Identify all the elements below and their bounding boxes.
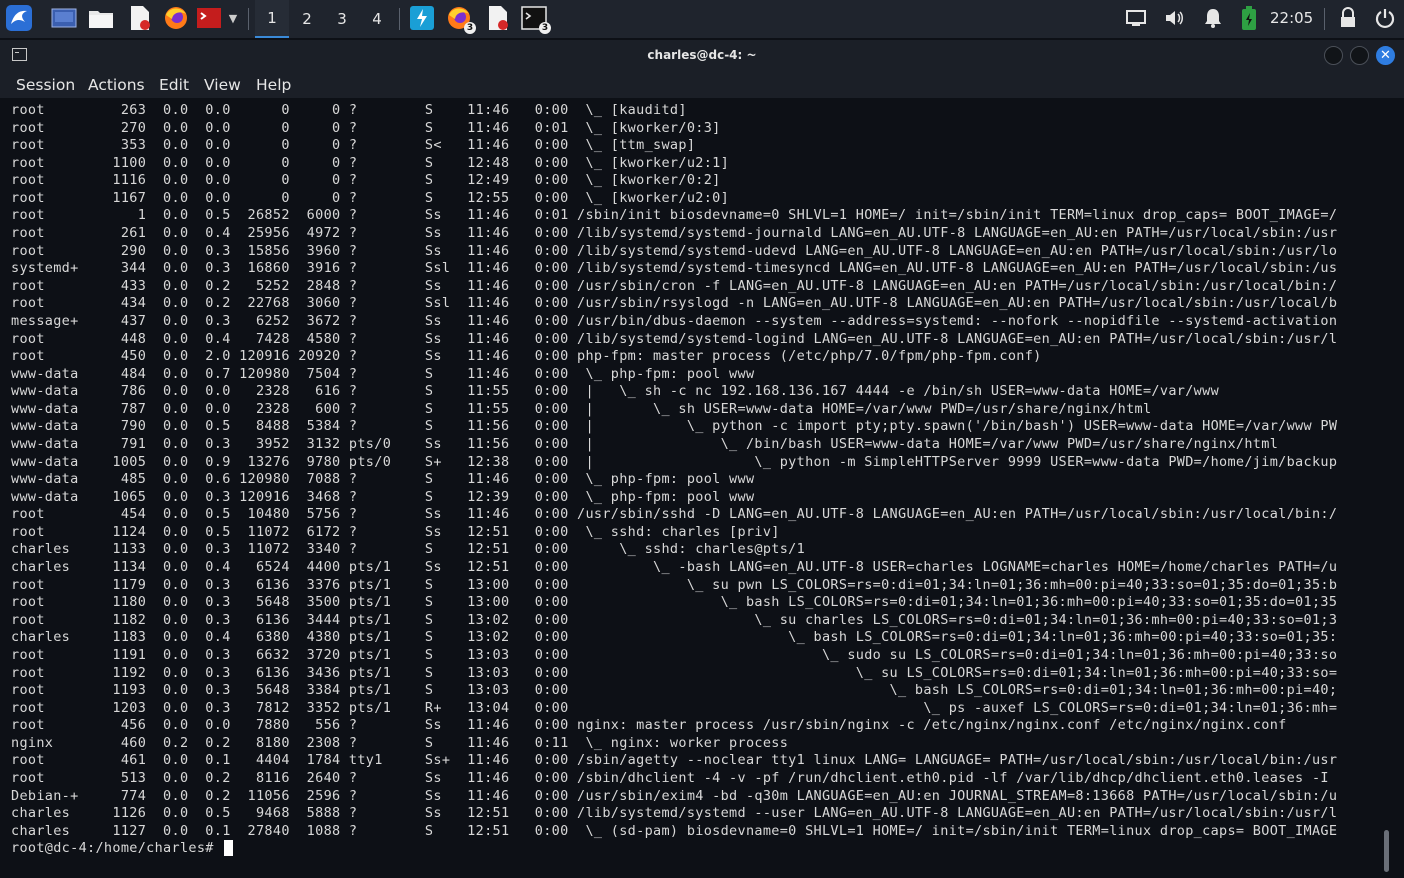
menu-edit[interactable]: Edit bbox=[159, 76, 189, 94]
document-task-icon[interactable] bbox=[485, 5, 511, 31]
workspace-2[interactable]: 2 bbox=[290, 0, 324, 38]
terminal-line: root 454 0.0 0.5 10480 5756 ? Ss 11:46 0… bbox=[11, 506, 1338, 523]
terminal-line: root 456 0.0 0.0 7880 556 ? Ss 11:46 0:0… bbox=[11, 717, 1287, 734]
terminal-line: www-data 484 0.0 0.7 120980 7504 ? S 11:… bbox=[11, 365, 755, 382]
firefox-icon[interactable] bbox=[163, 5, 189, 31]
terminal-line: root 270 0.0 0.0 0 0 ? S 11:46 0:01 \_ [… bbox=[11, 119, 721, 136]
terminal-line: www-data 787 0.0 0.0 2328 600 ? S 11:55 … bbox=[11, 400, 1152, 417]
terminal-line: root 513 0.0 0.2 8116 2640 ? Ss 11:46 0:… bbox=[11, 769, 1329, 786]
workspace-1[interactable]: 1 bbox=[255, 0, 289, 38]
window-title: charles@dc-4: ~ bbox=[647, 48, 757, 62]
power-icon[interactable] bbox=[1372, 5, 1398, 31]
menu-actions[interactable]: Actions bbox=[88, 76, 145, 94]
terminal-line: root 1 0.0 0.5 26852 6000 ? Ss 11:46 0:0… bbox=[11, 207, 1338, 224]
maximize-button[interactable] bbox=[1350, 46, 1369, 65]
terminal-line: www-data 485 0.0 0.6 120980 7088 ? S 11:… bbox=[11, 471, 755, 488]
menu-session[interactable]: Session bbox=[16, 76, 75, 94]
terminal-line: charles 1183 0.0 0.4 6380 4380 pts/1 S 1… bbox=[11, 629, 1338, 646]
terminal-line: root 1167 0.0 0.0 0 0 ? S 12:55 0:00 \_ … bbox=[11, 189, 730, 206]
terminal-line: www-data 790 0.0 0.5 8488 5384 ? S 11:56… bbox=[11, 418, 1338, 435]
file-manager-icon[interactable] bbox=[88, 5, 114, 31]
terminal-line: root 290 0.0 0.3 15856 3960 ? Ss 11:46 0… bbox=[11, 242, 1338, 259]
terminal-line: www-data 786 0.0 0.0 2328 616 ? S 11:55 … bbox=[11, 383, 1220, 400]
close-icon: ✕ bbox=[1380, 48, 1391, 63]
terminal-line: message+ 437 0.0 0.3 6252 3672 ? Ss 11:4… bbox=[11, 312, 1338, 329]
firefox-task-icon[interactable]: 3 bbox=[446, 5, 476, 34]
terminal-line: root 448 0.0 0.4 7428 4580 ? Ss 11:46 0:… bbox=[11, 330, 1338, 347]
terminal-line: root 433 0.0 0.2 5252 2848 ? Ss 11:46 0:… bbox=[11, 277, 1338, 294]
shell-prompt-line[interactable]: root@dc-4:/home/charles# bbox=[11, 840, 1373, 858]
terminal-line: root 1182 0.0 0.3 6136 3444 pts/1 S 13:0… bbox=[11, 611, 1338, 628]
panel-separator bbox=[1324, 8, 1325, 30]
chevron-down-icon[interactable]: ▼ bbox=[224, 5, 242, 31]
panel-separator bbox=[248, 8, 249, 30]
burp-icon[interactable] bbox=[409, 5, 435, 31]
shell-prompt: root@dc-4:/home/charles# bbox=[11, 840, 223, 857]
terminal-line: www-data 1005 0.0 0.9 13276 9780 pts/0 S… bbox=[11, 453, 1338, 470]
menu-view[interactable]: View bbox=[204, 76, 241, 94]
bell-icon[interactable] bbox=[1200, 5, 1226, 31]
terminal-window-count: 3 bbox=[539, 22, 551, 34]
terminal-task-icon[interactable]: 3 bbox=[521, 5, 551, 34]
kali-menu-icon[interactable] bbox=[5, 4, 33, 32]
window-titlebar[interactable]: charles@dc-4: ~ ✕ bbox=[0, 40, 1404, 71]
clock[interactable]: 22:05 bbox=[1270, 9, 1313, 27]
text-editor-icon[interactable] bbox=[127, 5, 153, 31]
terminal-line: charles 1134 0.0 0.4 6524 4400 pts/1 Ss … bbox=[11, 559, 1338, 576]
terminal-line: root 1203 0.0 0.3 7812 3352 pts/1 R+ 13:… bbox=[11, 699, 1338, 716]
workspace-3[interactable]: 3 bbox=[325, 0, 359, 38]
terminal-line: www-data 791 0.0 0.3 3952 3132 pts/0 Ss … bbox=[11, 435, 1279, 452]
terminal-red-icon[interactable] bbox=[196, 5, 222, 31]
terminal-line: nginx 460 0.2 0.2 8180 2308 ? S 11:46 0:… bbox=[11, 734, 789, 751]
terminal-line: systemd+ 344 0.0 0.3 16860 3916 ? Ssl 11… bbox=[11, 260, 1338, 277]
desktop-icon[interactable] bbox=[51, 5, 77, 31]
terminal-line: root 353 0.0 0.0 0 0 ? S< 11:46 0:00 \_ … bbox=[11, 137, 696, 154]
menu-help[interactable]: Help bbox=[256, 76, 291, 94]
terminal-window: charles@dc-4: ~ ✕ Session Actions Edit V… bbox=[0, 40, 1404, 878]
terminal-line: www-data 1065 0.0 0.3 120916 3468 ? S 12… bbox=[11, 488, 755, 505]
volume-icon[interactable] bbox=[1161, 5, 1187, 31]
terminal-line: root 1193 0.0 0.3 5648 3384 pts/1 S 13:0… bbox=[11, 682, 1338, 699]
terminal-line: root 434 0.0 0.2 22768 3060 ? Ssl 11:46 … bbox=[11, 295, 1338, 312]
terminal-line: root 1180 0.0 0.3 5648 3500 pts/1 S 13:0… bbox=[11, 594, 1338, 611]
panel-separator bbox=[399, 8, 400, 30]
terminal-line: root 461 0.0 0.1 4404 1784 tty1 Ss+ 11:4… bbox=[11, 752, 1338, 769]
terminal-line: Debian-+ 774 0.0 0.2 11056 2596 ? Ss 11:… bbox=[11, 787, 1338, 804]
display-icon[interactable] bbox=[1123, 5, 1149, 31]
minimize-button[interactable] bbox=[1324, 46, 1343, 65]
menu-bar: Session Actions Edit View Help bbox=[0, 71, 1404, 98]
terminal-output[interactable]: root 263 0.0 0.0 0 0 ? S 11:46 0:00 \_ [… bbox=[11, 102, 1373, 872]
terminal-line: root 450 0.0 2.0 120916 20920 ? Ss 11:46… bbox=[11, 348, 1042, 365]
battery-icon[interactable] bbox=[1236, 5, 1262, 31]
terminal-line: root 1124 0.0 0.5 11072 6172 ? Ss 12:51 … bbox=[11, 523, 780, 540]
terminal-line: root 1179 0.0 0.3 6136 3376 pts/1 S 13:0… bbox=[11, 576, 1338, 593]
terminal-line: root 263 0.0 0.0 0 0 ? S 11:46 0:00 \_ [… bbox=[11, 102, 687, 118]
top-panel: ▼ 1 2 3 4 3 3 22:05 bbox=[0, 0, 1404, 38]
terminal-line: charles 1133 0.0 0.3 11072 3340 ? S 12:5… bbox=[11, 541, 806, 558]
terminal-line: root 1191 0.0 0.3 6632 3720 pts/1 S 13:0… bbox=[11, 646, 1338, 663]
workspace-4[interactable]: 4 bbox=[360, 0, 394, 38]
terminal-line: charles 1126 0.0 0.5 9468 5888 ? Ss 12:5… bbox=[11, 805, 1338, 822]
terminal-line: root 1116 0.0 0.0 0 0 ? S 12:49 0:00 \_ … bbox=[11, 172, 721, 189]
text-cursor bbox=[224, 840, 234, 857]
lock-icon[interactable] bbox=[1335, 5, 1361, 31]
firefox-window-count: 3 bbox=[464, 22, 476, 34]
terminal-line: root 1100 0.0 0.0 0 0 ? S 12:48 0:00 \_ … bbox=[11, 154, 730, 171]
scrollbar[interactable] bbox=[1384, 830, 1389, 872]
terminal-line: root 261 0.0 0.4 25956 4972 ? Ss 11:46 0… bbox=[11, 225, 1338, 242]
terminal-line: root 1192 0.0 0.3 6136 3436 pts/1 S 13:0… bbox=[11, 664, 1338, 681]
close-button[interactable]: ✕ bbox=[1376, 46, 1395, 65]
terminal-line: charles 1127 0.0 0.1 27840 1088 ? S 12:5… bbox=[11, 822, 1338, 839]
